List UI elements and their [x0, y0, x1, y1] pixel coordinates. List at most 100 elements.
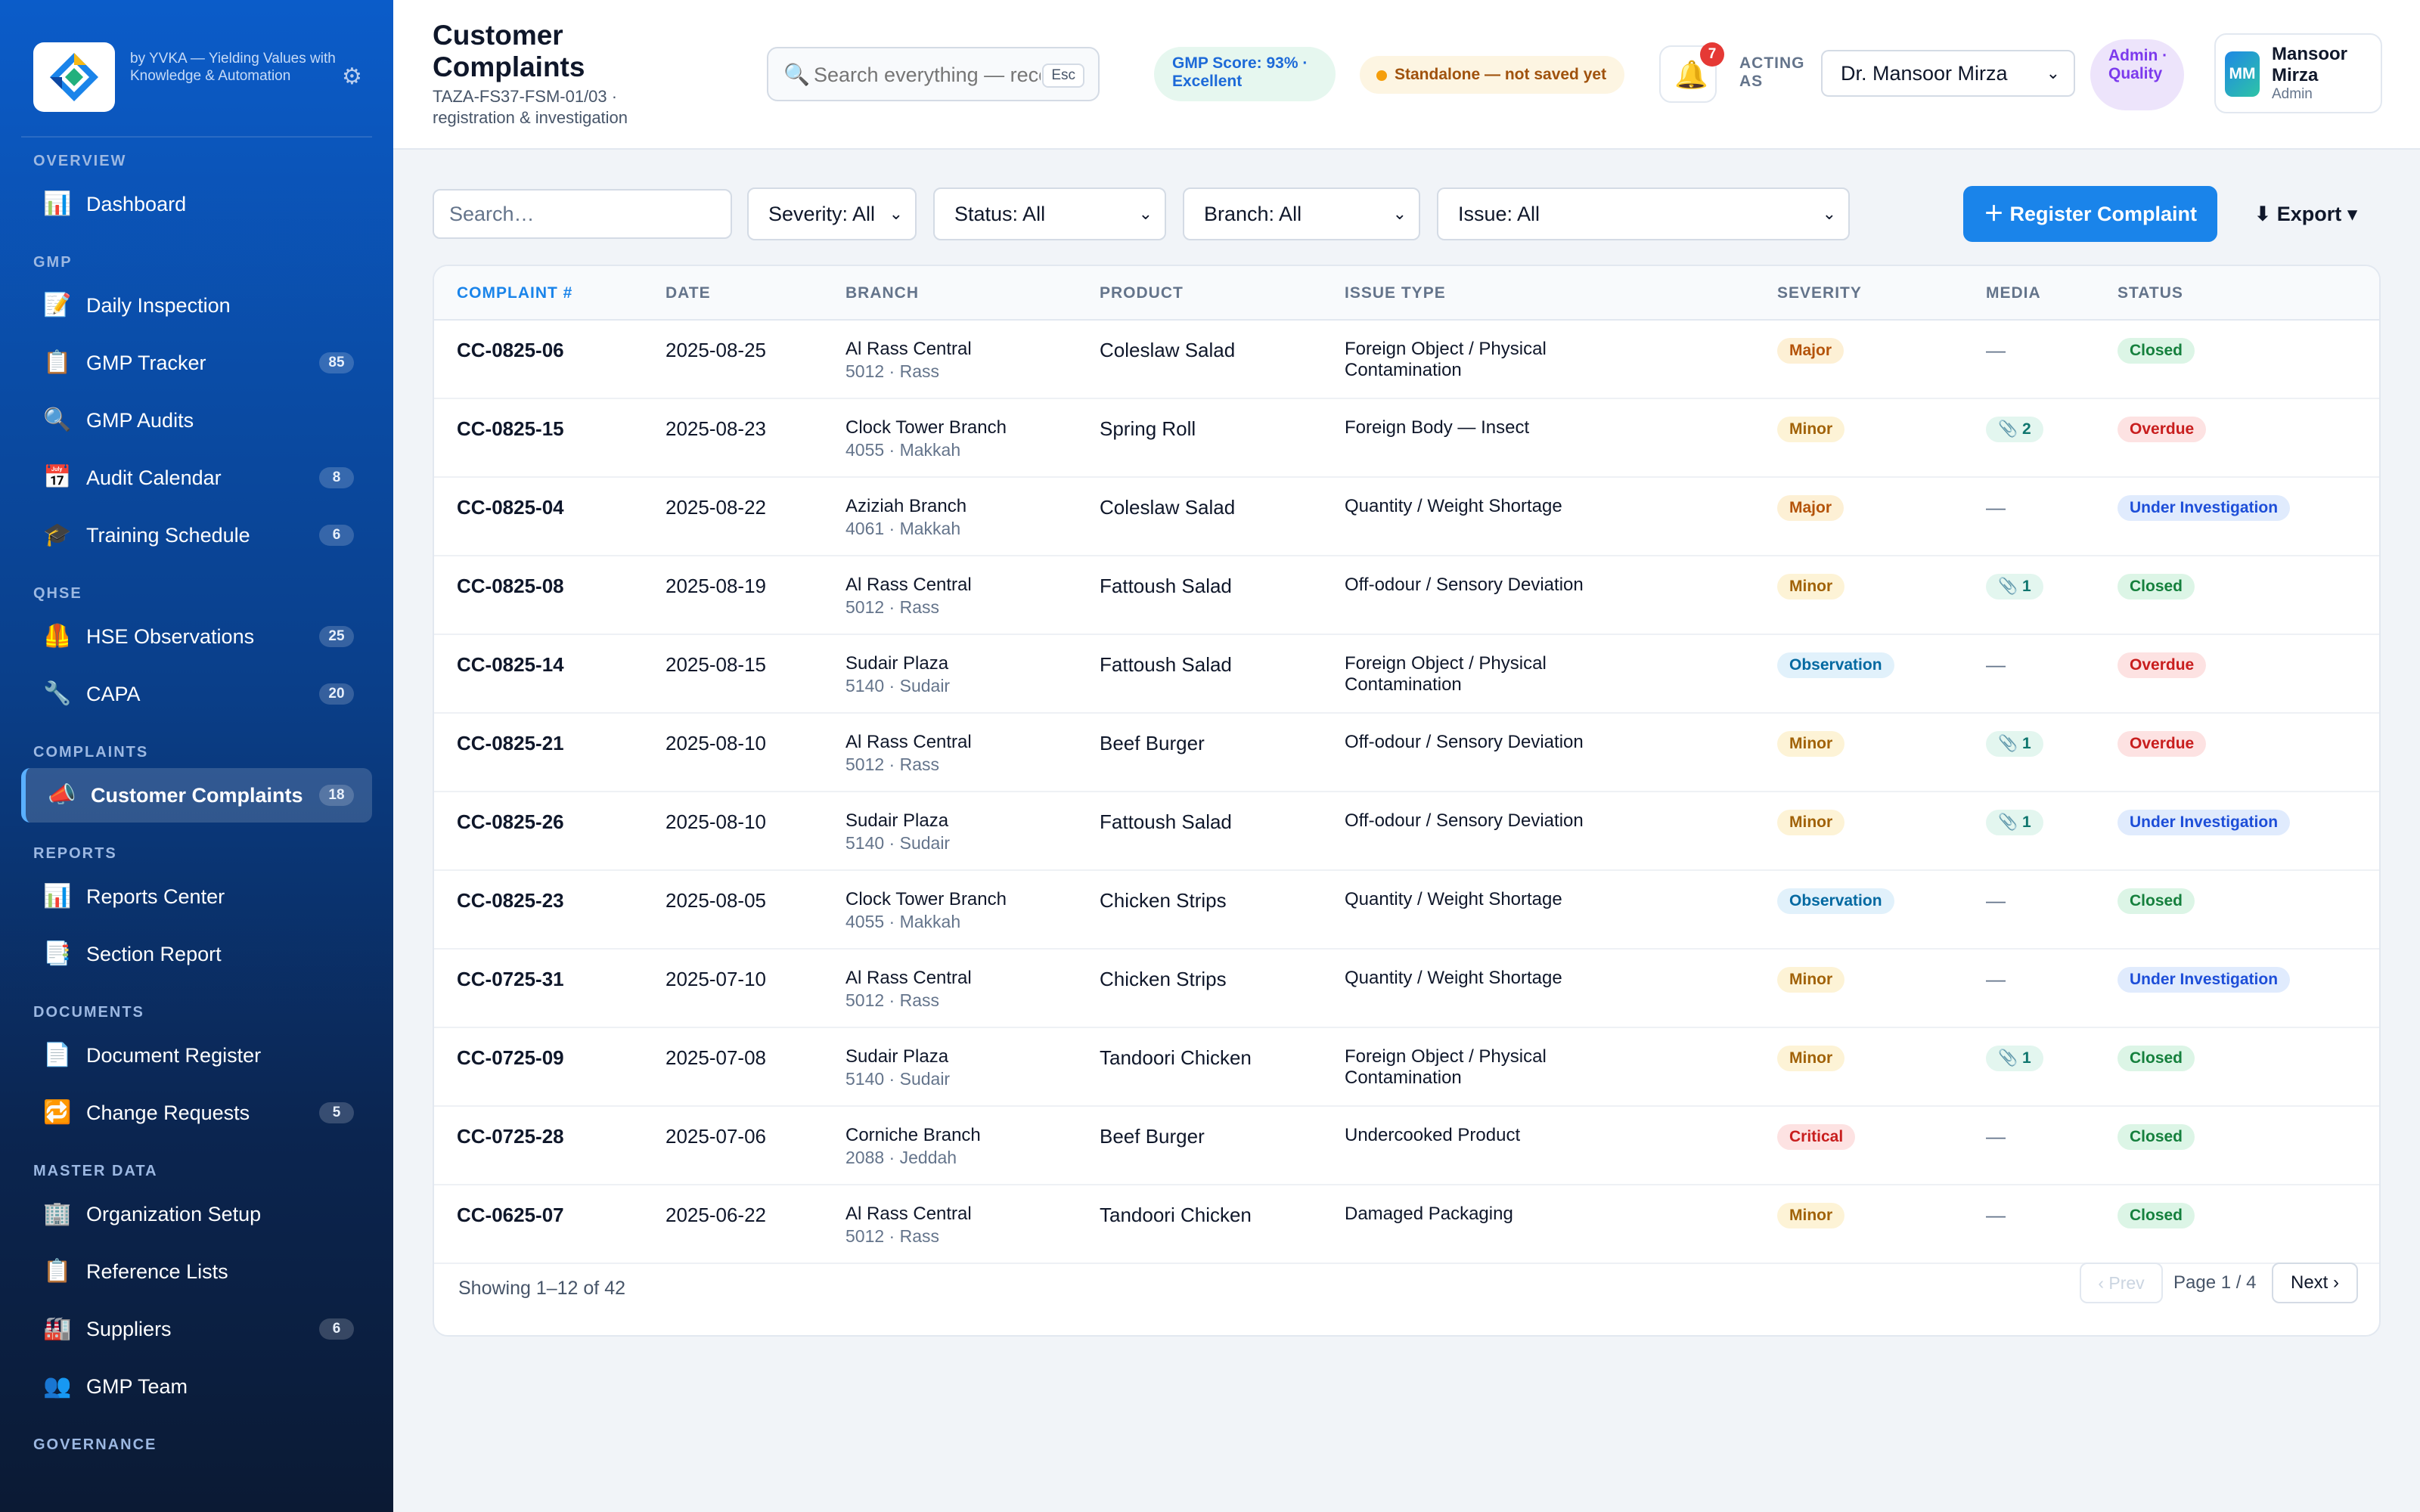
sidebar-item-gmp-tracker[interactable]: 📋 GMP Tracker 85 — [21, 336, 372, 390]
branch-cell: Sudair Plaza 5140 · Sudair — [845, 653, 950, 696]
sidebar-item-gmp-audits[interactable]: 🔍 GMP Audits — [21, 393, 372, 448]
severity-filter-value: Severity: All — [768, 203, 876, 225]
table-row[interactable]: CC-0725-09 2025-07-08 Sudair Plaza 5140 · S… — [434, 1028, 2379, 1107]
severity-cell: Minor — [1777, 1045, 1845, 1071]
complaint-id[interactable]: CC-0725-09 — [457, 1046, 564, 1070]
media-empty: — — [1986, 339, 2006, 361]
safety-vest-icon: 🦺 — [43, 624, 72, 649]
user-menu[interactable]: MM Mansoor Mirza Admin — [2214, 33, 2382, 113]
table-row[interactable]: CC-0725-31 2025-07-10 Al Rass Central 5012 … — [434, 950, 2379, 1028]
branch-name: Al Rass Central — [845, 968, 972, 988]
acting-as-label: ACTING AS — [1739, 54, 1805, 90]
branch-cell: Al Rass Central 5012 · Rass — [845, 1204, 972, 1247]
prev-page-button[interactable]: ‹ Prev — [2080, 1263, 2163, 1303]
table-row[interactable]: CC-0725-28 2025-07-06 Corniche Branch 2088 … — [434, 1107, 2379, 1185]
sidebar-item-hse-observations[interactable]: 🦺 HSE Observations 25 — [21, 609, 372, 664]
table-row[interactable]: CC-0825-08 2025-08-19 Al Rass Central 5012 … — [434, 556, 2379, 635]
settings-gear-icon[interactable]: ⚙ — [342, 64, 362, 90]
column-header-product[interactable]: PRODUCT — [1100, 266, 1184, 321]
calendar-icon: 📅 — [43, 465, 72, 490]
status-cell: Closed — [2118, 1045, 2195, 1071]
table-row[interactable]: CC-0825-15 2025-08-23 Clock Tower Branch 40… — [434, 399, 2379, 478]
sidebar-item-gmp-team[interactable]: 👥 GMP Team — [21, 1359, 372, 1414]
product-name: Beef Burger — [1100, 1125, 1205, 1148]
column-header-branch[interactable]: BRANCH — [845, 266, 919, 321]
media-cell: 📎 1 — [1986, 730, 2043, 757]
sidebar-item-audit-calendar[interactable]: 📅 Audit Calendar 8 — [21, 451, 372, 505]
issue-type: Foreign Object / Physical Contamination — [1345, 1046, 1547, 1088]
sidebar-item-reports-center[interactable]: 📊 Reports Center — [21, 869, 372, 924]
sidebar-item-customer-complaints[interactable]: 📣 Customer Complaints 18 — [21, 768, 372, 823]
sidebar-item-change-requests[interactable]: 🔁 Change Requests 5 — [21, 1086, 372, 1140]
global-search-input[interactable] — [814, 59, 1041, 91]
sidebar-item-label: GMP Audits — [86, 409, 194, 432]
sidebar-item-suppliers[interactable]: 🏭 Suppliers 6 — [21, 1302, 372, 1356]
attachment-badge[interactable]: 📎 1 — [1986, 810, 2043, 835]
product-name: Coleslaw Salad — [1100, 496, 1236, 519]
branch-name: Corniche Branch — [845, 1125, 981, 1145]
sidebar-item-organization-setup[interactable]: 🏢 Organization Setup — [21, 1187, 372, 1241]
sidebar-item-document-register[interactable]: 📄 Document Register — [21, 1028, 372, 1083]
sidebar-item-dashboard[interactable]: 📊 Dashboard — [21, 177, 372, 231]
register-complaint-button[interactable]: ＋ Register Complaint — [1963, 186, 2217, 242]
complaints-table: COMPLAINT # DATE BRANCH PRODUCT ISSUE TY… — [433, 265, 2381, 1337]
sidebar-item-label: Suppliers — [86, 1318, 172, 1340]
attachment-badge[interactable]: 📎 2 — [1986, 417, 2043, 442]
complaint-id[interactable]: CC-0725-31 — [457, 968, 564, 991]
column-header-status[interactable]: STATUS — [2118, 266, 2183, 321]
sidebar-item-training-schedule[interactable]: 🎓 Training Schedule 6 — [21, 508, 372, 562]
team-icon: 👥 — [43, 1374, 72, 1399]
column-header-date[interactable]: DATE — [666, 266, 711, 321]
severity-badge: Observation — [1777, 888, 1894, 914]
sidebar-item-reference-lists[interactable]: 📋 Reference Lists — [21, 1244, 372, 1299]
complaint-id[interactable]: CC-0825-21 — [457, 732, 564, 755]
attachment-badge[interactable]: 📎 1 — [1986, 731, 2043, 757]
acting-as-select[interactable]: Dr. Mansoor Mirza ⌄ — [1821, 50, 2075, 97]
global-search[interactable]: 🔍 Esc — [767, 47, 1100, 101]
branch-filter-select[interactable]: Branch: All ⌄ — [1183, 187, 1420, 240]
complaint-search-input[interactable] — [433, 189, 732, 239]
export-button[interactable]: ⬇ Export ▾ — [2243, 186, 2369, 242]
complaint-id[interactable]: CC-0825-04 — [457, 496, 564, 519]
sidebar-item-section-report[interactable]: 📑 Section Report — [21, 927, 372, 981]
table-row[interactable]: CC-0825-21 2025-08-10 Al Rass Central 5012 … — [434, 714, 2379, 792]
severity-badge: Minor — [1777, 731, 1845, 757]
notifications-button[interactable]: 🔔 7 — [1659, 42, 1724, 103]
table-row[interactable]: CC-0825-14 2025-08-15 Sudair Plaza 5140 · S… — [434, 635, 2379, 714]
attachment-badge[interactable]: 📎 1 — [1986, 1046, 2043, 1071]
severity-filter-select[interactable]: Severity: All ⌄ — [747, 187, 917, 240]
status-badge: Closed — [2118, 1124, 2195, 1150]
column-header-severity[interactable]: SEVERITY — [1777, 266, 1862, 321]
complaint-id[interactable]: CC-0825-14 — [457, 653, 564, 677]
next-page-button[interactable]: Next › — [2272, 1263, 2358, 1303]
complaint-id[interactable]: CC-0625-07 — [457, 1204, 564, 1227]
complaint-id[interactable]: CC-0825-15 — [457, 417, 564, 441]
complaint-id[interactable]: CC-0825-26 — [457, 810, 564, 834]
complaint-date: 2025-07-08 — [666, 1046, 766, 1069]
clipboard-icon: 📋 — [43, 350, 72, 375]
sidebar-item-capa[interactable]: 🔧 CAPA 20 — [21, 667, 372, 721]
issue-filter-select[interactable]: Issue: All ⌄ — [1437, 187, 1850, 240]
table-row[interactable]: CC-0825-06 2025-08-25 Al Rass Central 5012 … — [434, 321, 2379, 399]
issue-type: Quantity / Weight Shortage — [1345, 968, 1562, 988]
issue-type: Foreign Object / Physical Contamination — [1345, 653, 1547, 695]
complaint-id[interactable]: CC-0725-28 — [457, 1125, 564, 1148]
table-row[interactable]: CC-0625-07 2025-06-22 Al Rass Central 5012 … — [434, 1185, 2379, 1264]
brand-logo[interactable] — [33, 42, 115, 112]
complaint-id[interactable]: CC-0825-06 — [457, 339, 564, 362]
sidebar-item-daily-inspection[interactable]: 📝 Daily Inspection — [21, 278, 372, 333]
complaint-date: 2025-07-10 — [666, 968, 766, 990]
complaint-id[interactable]: CC-0825-23 — [457, 889, 564, 912]
table-row[interactable]: CC-0825-23 2025-08-05 Clock Tower Branch 40… — [434, 871, 2379, 950]
inspection-icon: 📝 — [43, 293, 72, 318]
table-row[interactable]: CC-0825-26 2025-08-10 Sudair Plaza 5140 · S… — [434, 792, 2379, 871]
severity-badge: Major — [1777, 338, 1844, 364]
severity-cell: Major — [1777, 337, 1844, 364]
column-header-complaint[interactable]: COMPLAINT # — [457, 266, 572, 321]
attachment-badge[interactable]: 📎 1 — [1986, 574, 2043, 600]
complaint-id[interactable]: CC-0825-08 — [457, 575, 564, 598]
table-row[interactable]: CC-0825-04 2025-08-22 Aziziah Branch 4061 ·… — [434, 478, 2379, 556]
status-filter-select[interactable]: Status: All ⌄ — [933, 187, 1166, 240]
column-header-issue-type[interactable]: ISSUE TYPE — [1345, 266, 1446, 321]
column-header-media[interactable]: MEDIA — [1986, 266, 2041, 321]
